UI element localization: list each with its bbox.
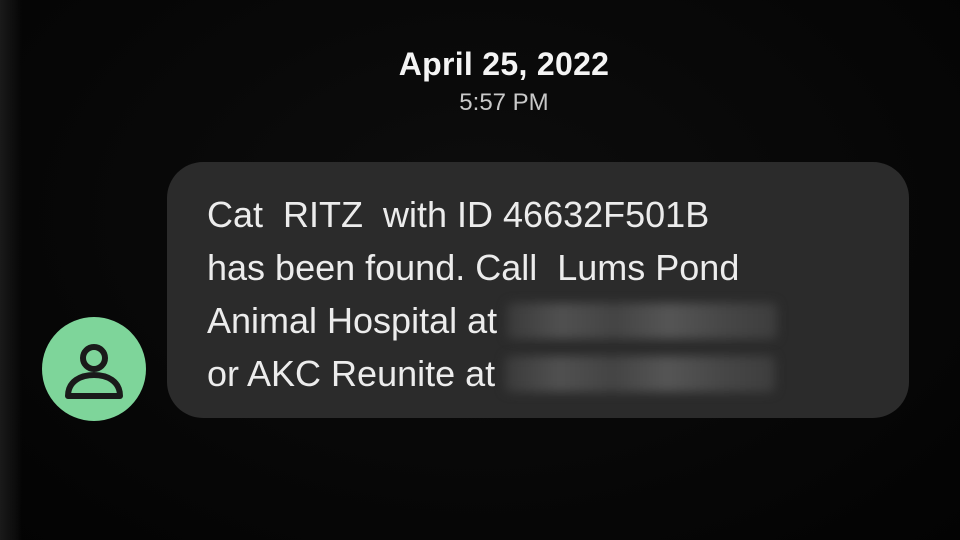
message-text: Cat RITZ with ID 46632F501B has been fou… (207, 188, 897, 400)
message-line-2: has been found. Call Lums Pond (207, 247, 740, 288)
message-line-4: or AKC Reunite at (207, 347, 897, 400)
redacted-phone-number (505, 356, 776, 392)
redacted-phone-number (507, 303, 778, 339)
conversation-screen: April 25, 2022 5:57 PM Cat RITZ with ID … (0, 0, 960, 540)
message-line-1: Cat RITZ with ID 46632F501B (207, 194, 710, 235)
contact-avatar[interactable] (42, 317, 146, 421)
message-date: April 25, 2022 (398, 46, 610, 82)
message-time: 5:57 PM (459, 89, 549, 116)
message-line-4-text: or AKC Reunite at (207, 353, 496, 394)
message-line-3: Animal Hospital at (207, 294, 897, 347)
person-icon (65, 344, 123, 399)
message-line-3-text: Animal Hospital at (207, 300, 498, 341)
